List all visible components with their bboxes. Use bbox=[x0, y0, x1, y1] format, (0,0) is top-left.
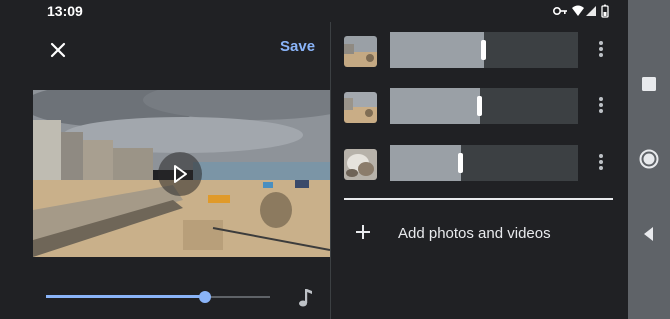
more-vert-icon bbox=[597, 97, 605, 113]
clip-thumbnail[interactable] bbox=[344, 149, 377, 180]
status-bar: 13:09 bbox=[0, 0, 628, 22]
navigation-bar bbox=[628, 0, 670, 319]
clip-trim-selection bbox=[390, 88, 481, 124]
clip-more-button[interactable] bbox=[597, 154, 605, 174]
clip-row bbox=[331, 144, 628, 184]
slider-fill bbox=[46, 295, 206, 298]
clip-thumbnail[interactable] bbox=[344, 92, 377, 123]
list-divider bbox=[344, 198, 613, 200]
clip-row bbox=[331, 87, 628, 127]
more-vert-icon bbox=[597, 154, 605, 170]
close-icon bbox=[50, 42, 66, 58]
clip-trim-bar[interactable] bbox=[390, 145, 578, 181]
add-photos-videos-button[interactable]: Add photos and videos bbox=[344, 216, 614, 252]
trim-handle[interactable] bbox=[481, 40, 486, 60]
music-note-icon bbox=[299, 289, 312, 307]
home-button[interactable] bbox=[639, 149, 659, 169]
clip-row bbox=[331, 31, 628, 71]
clip-trim-selection bbox=[390, 32, 484, 68]
trim-handle[interactable] bbox=[458, 153, 464, 173]
play-button[interactable] bbox=[158, 152, 202, 196]
clip-thumbnail[interactable] bbox=[344, 36, 377, 67]
add-photos-videos-label: Add photos and videos bbox=[398, 225, 551, 242]
plus-icon bbox=[356, 225, 370, 239]
clip-trim-bar[interactable] bbox=[390, 88, 578, 124]
slider-thumb[interactable] bbox=[199, 291, 212, 303]
clip-trim-selection bbox=[390, 145, 462, 181]
recents-button[interactable] bbox=[639, 74, 659, 94]
signal-icon bbox=[586, 6, 596, 16]
status-icons bbox=[552, 4, 612, 18]
status-time: 13:09 bbox=[47, 3, 83, 19]
clip-trim-bar[interactable] bbox=[390, 32, 578, 68]
back-icon bbox=[644, 227, 653, 241]
clip-more-button[interactable] bbox=[597, 97, 605, 117]
more-vert-icon bbox=[597, 41, 605, 57]
play-icon bbox=[174, 165, 187, 183]
trim-handle[interactable] bbox=[477, 96, 483, 116]
key-icon bbox=[552, 6, 567, 16]
home-icon bbox=[639, 149, 659, 169]
editor-pane: Save bbox=[0, 22, 330, 319]
close-button[interactable] bbox=[44, 36, 72, 64]
recents-icon bbox=[642, 77, 656, 91]
music-button[interactable] bbox=[296, 287, 314, 309]
clip-more-button[interactable] bbox=[597, 41, 605, 61]
playback-slider[interactable] bbox=[46, 288, 270, 308]
battery-icon bbox=[601, 4, 609, 18]
back-button[interactable] bbox=[639, 224, 659, 244]
wifi-icon bbox=[572, 5, 584, 16]
save-button[interactable]: Save bbox=[280, 38, 315, 55]
